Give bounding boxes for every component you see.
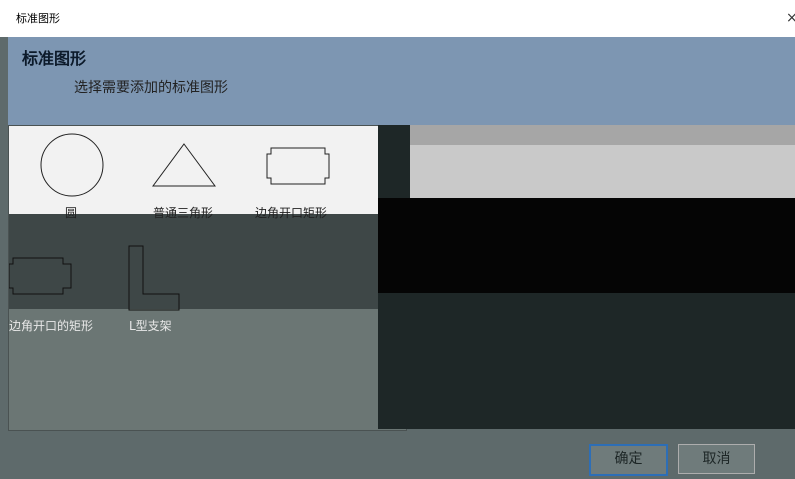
ok-button[interactable]: 确定 [589, 444, 668, 476]
notched-rectangle-icon[interactable] [9, 254, 73, 298]
notched-rectangle-icon[interactable] [265, 146, 331, 186]
close-icon[interactable]: × [786, 11, 795, 25]
shape-label-circle[interactable]: 圆 [65, 204, 77, 221]
preview-light-strip [410, 145, 795, 198]
preview-header-strip [410, 125, 795, 145]
shape-list-panel[interactable]: 圆 普通三角形 边角开口矩形 边角开口的矩形 L型支架 [8, 125, 407, 431]
cancel-button[interactable]: 取消 [678, 444, 755, 474]
circle-icon[interactable] [39, 132, 105, 198]
header-banner: 标准图形 选择需要添加的标准图形 [8, 37, 795, 125]
l-bracket-icon[interactable] [127, 244, 183, 312]
banner-subtitle: 选择需要添加的标准图形 [74, 80, 228, 96]
shape-label-notched-rectangle-2[interactable]: 边角开口的矩形 [9, 317, 93, 334]
preview-dark-band [378, 198, 795, 293]
triangle-icon[interactable] [151, 142, 217, 188]
banner-title: 标准图形 [22, 49, 87, 68]
preview-panel [378, 125, 795, 429]
shape-label-notched-rectangle[interactable]: 边角开口矩形 [255, 204, 327, 221]
window-title: 标准图形 [16, 12, 60, 25]
title-bar: 标准图形 × [0, 0, 795, 37]
shape-label-triangle[interactable]: 普通三角形 [153, 204, 213, 221]
shape-label-l-bracket[interactable]: L型支架 [129, 317, 172, 334]
